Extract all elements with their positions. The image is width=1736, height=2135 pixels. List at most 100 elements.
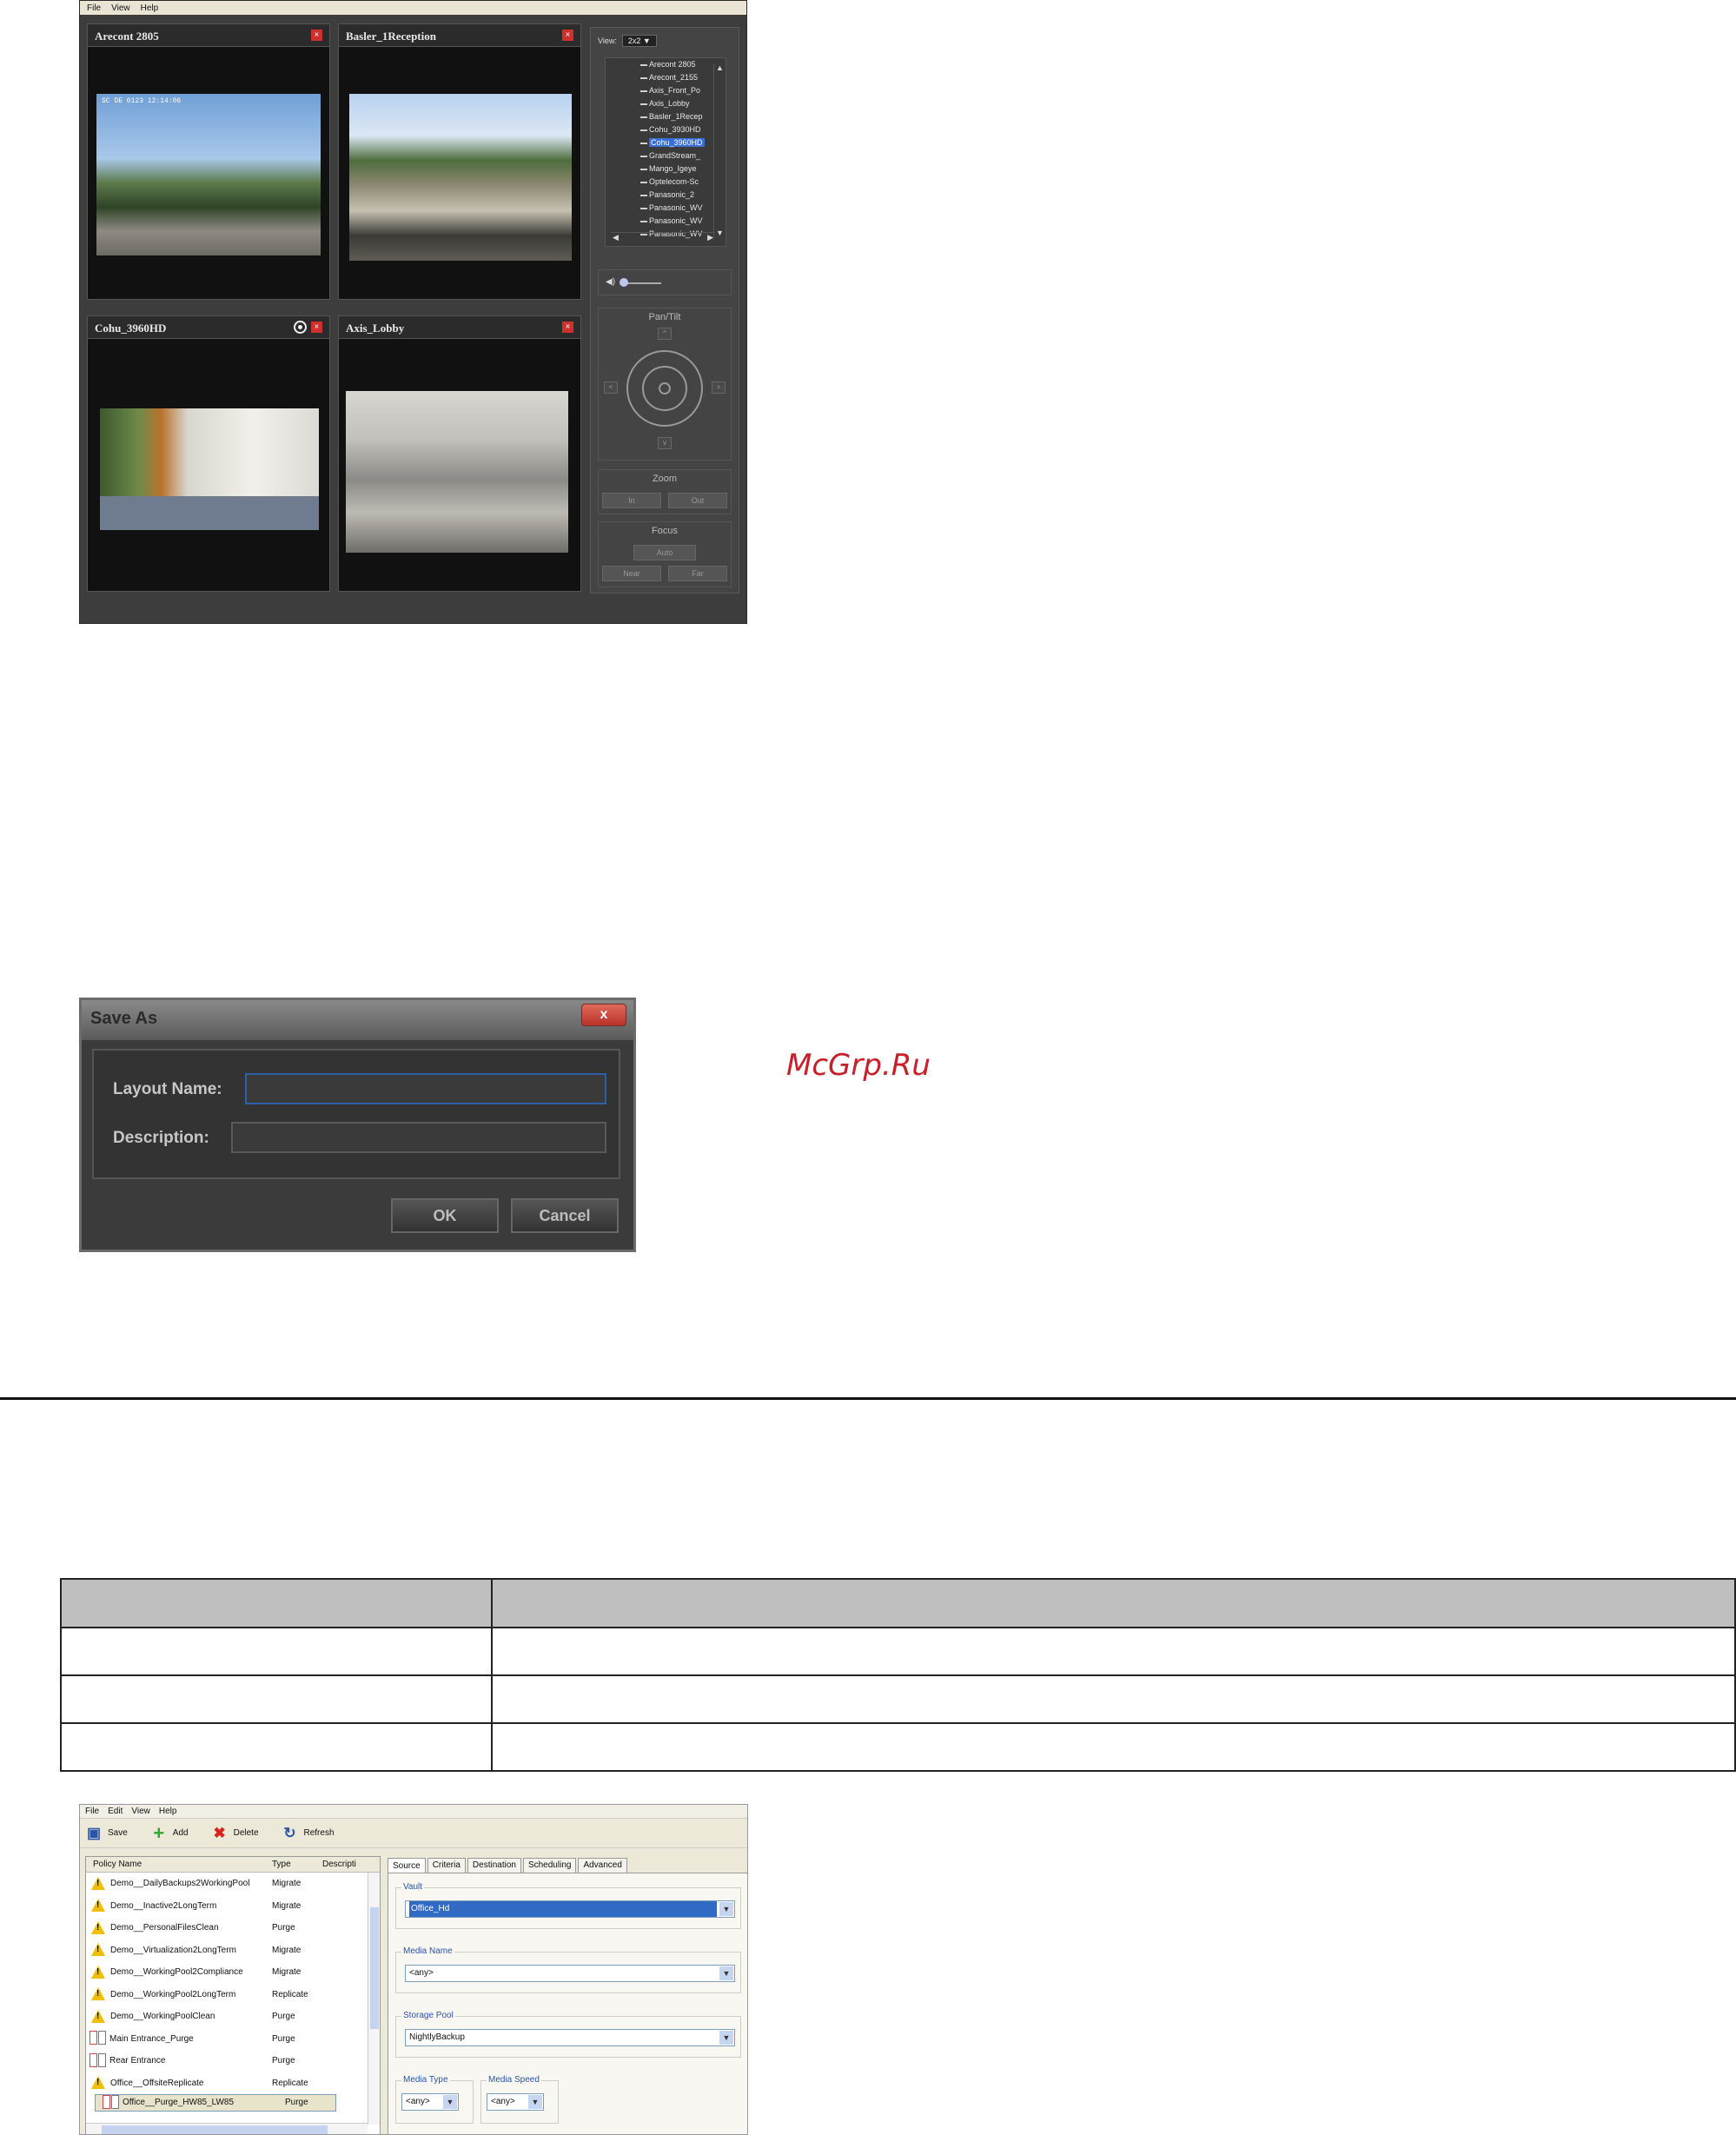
camera-list-hscroll[interactable]: ◀ ▶ <box>611 232 715 242</box>
record-icon[interactable] <box>294 321 307 334</box>
policy-list[interactable]: Policy Name Type Descripti Demo__DailyBa… <box>85 1856 381 2134</box>
policy-row-selected[interactable]: Office__Purge_HW85_LW85 Purge <box>95 2094 336 2112</box>
scroll-thumb[interactable] <box>102 2125 328 2134</box>
camera-list-item[interactable]: Basler_1Recep <box>606 110 726 123</box>
view-dropdown[interactable]: 2x2 ▼ <box>621 35 657 47</box>
policy-row[interactable]: Demo__Inactive2LongTerm Migrate <box>86 1895 380 1918</box>
add-button[interactable]: + Add <box>150 1823 188 1842</box>
camera-image <box>349 94 572 261</box>
tab-destination[interactable]: Destination <box>467 1858 521 1873</box>
focus-near-button[interactable]: Near <box>602 566 661 581</box>
save-button[interactable]: ▣ Save <box>85 1825 128 1842</box>
column-description[interactable]: Descripti <box>322 1860 356 1869</box>
media-name-select[interactable]: <any> ▼ <box>405 1965 735 1982</box>
camera-list-item[interactable]: Cohu_3930HD <box>606 123 726 136</box>
media-speed-select[interactable]: <any> ▼ <box>487 2093 544 2111</box>
scroll-down-icon[interactable]: ▼ <box>716 229 724 237</box>
camera-list-item[interactable]: Panasonic_WV <box>606 202 726 215</box>
policy-row[interactable]: Demo__WorkingPoolClean Purge <box>86 2006 380 2028</box>
menu-edit[interactable]: Edit <box>108 1807 123 1816</box>
camera-list-item[interactable]: Mango_Igeye <box>606 162 726 176</box>
vault-select[interactable]: Office_Hd ▼ <box>405 1900 735 1918</box>
speaker-icon[interactable]: ◀) <box>606 277 615 287</box>
scroll-thumb[interactable] <box>370 1907 379 2029</box>
policy-list-vscroll[interactable] <box>368 1873 380 2125</box>
joystick-center[interactable] <box>659 382 671 395</box>
scroll-right-icon[interactable]: ▶ <box>707 233 713 242</box>
camera-list-item[interactable]: Axis_Front_Po <box>606 84 726 97</box>
layout-name-input[interactable] <box>245 1073 606 1104</box>
menu-file[interactable]: File <box>87 3 101 13</box>
column-type[interactable]: Type <box>272 1860 322 1869</box>
save-as-dialog: Save As x Layout Name: Description: OK C… <box>79 998 636 1252</box>
ok-button[interactable]: OK <box>391 1198 499 1233</box>
camera-list-item[interactable]: Optelecom-Sc <box>606 176 726 189</box>
chevron-down-icon[interactable]: ▼ <box>528 2095 542 2109</box>
camera-list-item[interactable]: Axis_Lobby <box>606 97 726 110</box>
pan-left-button[interactable]: < <box>604 381 618 394</box>
volume-slider-knob[interactable] <box>620 278 628 287</box>
camera-pane-axis[interactable]: Axis_Lobby × <box>338 315 581 592</box>
tab-source[interactable]: Source <box>388 1858 426 1873</box>
volume-slider-track[interactable] <box>623 282 661 284</box>
policy-row[interactable]: Demo__Virtualization2LongTerm Migrate <box>86 1939 380 1962</box>
menu-help[interactable]: Help <box>159 1807 177 1816</box>
refresh-button[interactable]: ↻ Refresh <box>282 1825 334 1842</box>
camera-pane-cohu[interactable]: Cohu_3960HD × <box>87 315 330 592</box>
chevron-down-icon[interactable]: ▼ <box>719 2031 733 2045</box>
camera-pane-basler[interactable]: Basler_1Reception × <box>338 23 581 300</box>
cancel-button[interactable]: Cancel <box>511 1198 619 1233</box>
delete-button[interactable]: ✖ Delete <box>211 1825 258 1842</box>
camera-list-item-selected[interactable]: Cohu_3960HD <box>606 136 726 149</box>
description-input[interactable] <box>231 1122 606 1153</box>
media-type-select[interactable]: <any> ▼ <box>401 2093 459 2111</box>
policy-row[interactable]: Main Entrance_Purge Purge <box>86 2028 380 2051</box>
pan-right-button[interactable]: > <box>712 381 726 394</box>
chevron-down-icon[interactable]: ▼ <box>443 2095 457 2109</box>
camera-list-item[interactable]: Arecont_2155 <box>606 71 726 84</box>
zoom-out-button[interactable]: Out <box>668 493 727 508</box>
tilt-up-button[interactable]: ^ <box>658 328 672 340</box>
camera-list-vscroll[interactable]: ▲ ▼ <box>713 63 724 237</box>
policy-row[interactable]: Demo__DailyBackups2WorkingPool Migrate <box>86 1873 380 1895</box>
table-cell <box>60 1722 493 1772</box>
policy-list-hscroll[interactable] <box>86 2123 368 2134</box>
close-icon[interactable]: × <box>311 30 322 41</box>
scroll-up-icon[interactable]: ▲ <box>716 63 724 72</box>
policy-row[interactable]: Demo__WorkingPool2LongTerm Replicate <box>86 1984 380 2006</box>
scroll-left-icon[interactable]: ◀ <box>613 233 619 242</box>
pane-title: Cohu_3960HD × <box>88 316 329 339</box>
focus-auto-button[interactable]: Auto <box>633 545 696 560</box>
camera-list-item[interactable]: Arecont 2805 <box>606 58 726 71</box>
tab-criteria[interactable]: Criteria <box>427 1858 466 1873</box>
policy-row[interactable]: Demo__PersonalFilesClean Purge <box>86 1917 380 1939</box>
table-header-cell <box>491 1578 1736 1628</box>
camera-list-item[interactable]: Panasonic_2 <box>606 189 726 202</box>
menu-view[interactable]: View <box>111 3 130 13</box>
close-icon[interactable]: × <box>562 322 573 333</box>
camera-list-item[interactable]: Panasonic_WV <box>606 215 726 228</box>
policy-row[interactable]: Rear Entrance Purge <box>86 2050 380 2072</box>
chevron-down-icon[interactable]: ▼ <box>719 1966 733 1980</box>
warning-icon <box>91 2009 107 2024</box>
close-icon[interactable]: × <box>562 30 573 41</box>
focus-far-button[interactable]: Far <box>668 566 727 581</box>
document-table <box>60 1578 1736 1772</box>
menu-file[interactable]: File <box>85 1807 99 1816</box>
policy-row[interactable]: Office__OffsiteReplicate Replicate <box>86 2072 380 2095</box>
close-icon[interactable]: x <box>581 1004 626 1026</box>
camera-list[interactable]: Arecont 2805 Arecont_2155 Axis_Front_Po … <box>605 57 726 247</box>
close-icon[interactable]: × <box>311 322 322 333</box>
policy-row[interactable]: Demo__WorkingPool2Compliance Migrate <box>86 1961 380 1984</box>
zoom-in-button[interactable]: In <box>602 493 661 508</box>
camera-list-item[interactable]: GrandStream_ <box>606 149 726 162</box>
storage-pool-select[interactable]: NightlyBackup ▼ <box>405 2029 735 2046</box>
camera-pane-arecont[interactable]: Arecont 2805 × SC DE 0123 12:14:06 <box>87 23 330 300</box>
chevron-down-icon[interactable]: ▼ <box>719 1902 733 1916</box>
tab-advanced[interactable]: Advanced <box>578 1858 627 1873</box>
tab-scheduling[interactable]: Scheduling <box>522 1858 577 1873</box>
column-policy-name[interactable]: Policy Name <box>86 1860 272 1869</box>
menu-help[interactable]: Help <box>141 3 159 13</box>
menu-view[interactable]: View <box>131 1807 150 1816</box>
tilt-down-button[interactable]: v <box>658 437 672 449</box>
